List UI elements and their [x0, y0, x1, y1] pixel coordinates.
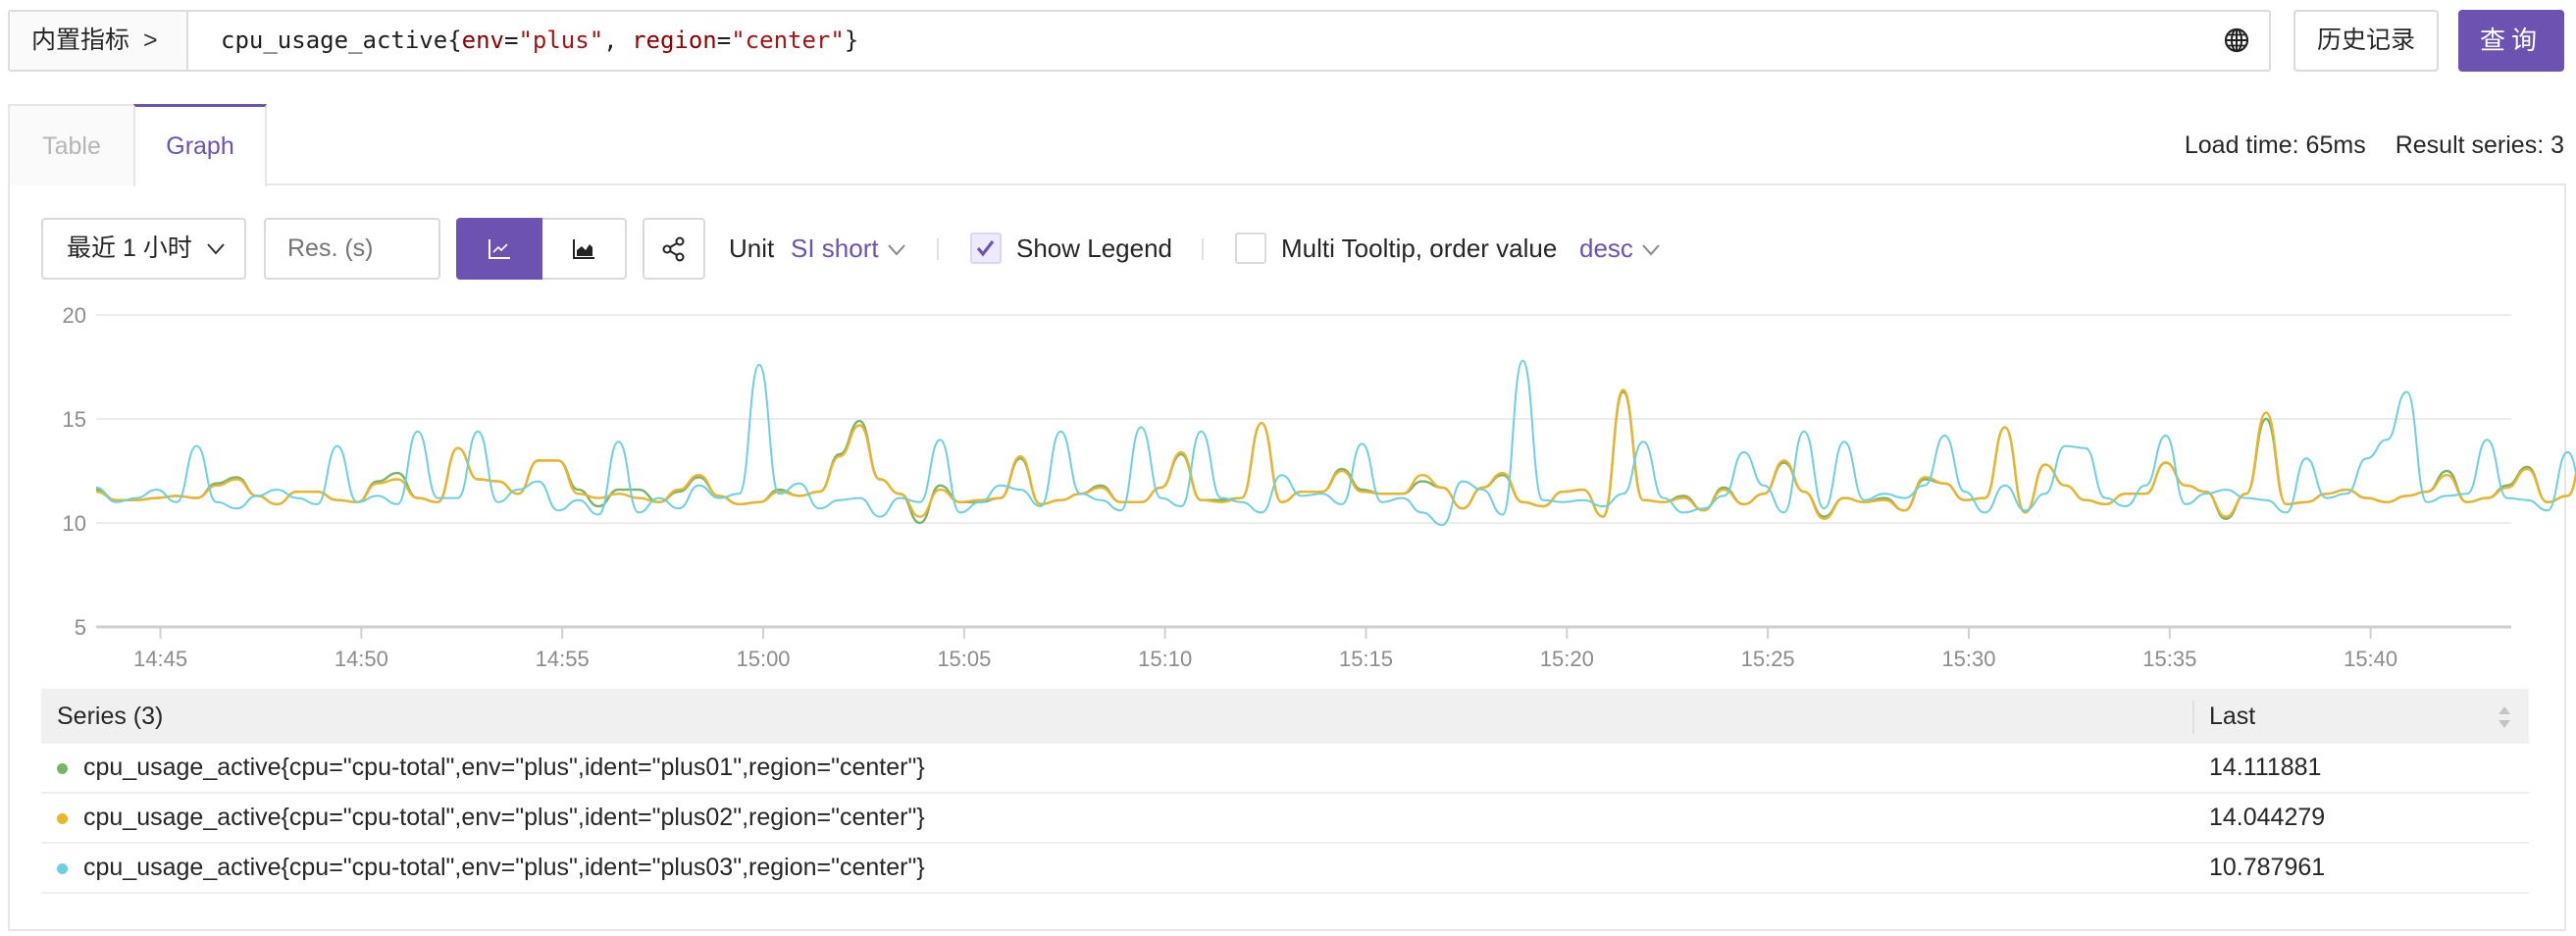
- order-value: desc: [1579, 234, 1633, 263]
- column-divider: [2192, 701, 2194, 734]
- unit-value: SI short: [791, 234, 879, 263]
- tab-table[interactable]: Table: [8, 104, 133, 185]
- globe-icon[interactable]: [2224, 27, 2249, 53]
- series-line-plus02: [95, 389, 2576, 520]
- tab-graph[interactable]: Graph: [133, 104, 267, 186]
- multi-tooltip-label[interactable]: Multi Tooltip, order value: [1281, 218, 1557, 280]
- x-tick-label: 15:20: [1540, 647, 1594, 671]
- series-name: cpu_usage_active{cpu="cpu-total",env="pl…: [83, 854, 925, 881]
- cpu-usage-line-chart[interactable]: 5 10 15 20 14:45 14:50 14:55 15:00 15:05 15:10 15:…: [0, 289, 2576, 682]
- order-value-select[interactable]: desc: [1579, 218, 1661, 280]
- chevron-down-icon: [887, 234, 906, 263]
- chevron-down-icon: [205, 220, 227, 299]
- series-last-value: 10.787961: [2209, 854, 2326, 881]
- x-tick-label: 15:35: [2142, 647, 2196, 671]
- query-token-plain: =: [504, 26, 519, 54]
- result-series-count: Result series: 3: [2395, 131, 2564, 159]
- multi-tooltip-checkbox[interactable]: [1235, 233, 1266, 264]
- series-column-header: Series (3): [57, 702, 164, 730]
- share-button[interactable]: [643, 218, 705, 280]
- series-color-dot: [57, 813, 68, 824]
- history-button[interactable]: 历史记录: [2293, 10, 2439, 72]
- query-token-plain: ,: [603, 26, 633, 54]
- chevron-down-icon: [1641, 234, 1661, 263]
- x-tick-label: 15:00: [736, 647, 790, 671]
- builtin-metrics-label: 内置指标: [31, 26, 130, 54]
- y-tick-label: 20: [63, 303, 86, 328]
- legend-row[interactable]: cpu_usage_active{cpu="cpu-total",env="pl…: [41, 794, 2529, 844]
- unit-select[interactable]: SI short: [791, 218, 906, 280]
- series-color-dot: [57, 763, 68, 774]
- x-tick-label: 15:25: [1741, 647, 1795, 671]
- chevron-right-icon: >: [143, 26, 158, 54]
- time-range-select[interactable]: 最近 1 小时: [41, 218, 246, 280]
- series-name: cpu_usage_active{cpu="cpu-total",env="pl…: [83, 804, 925, 831]
- show-legend-label[interactable]: Show Legend: [1016, 218, 1172, 280]
- series-name: cpu_usage_active{cpu="cpu-total",env="pl…: [83, 754, 925, 781]
- builtin-metrics-button[interactable]: 内置指标 >: [10, 12, 188, 70]
- query-token-plain: =: [716, 26, 732, 54]
- legend-table-header: Series (3) Last: [41, 689, 2529, 744]
- area-chart-icon: [573, 238, 594, 259]
- series-last-value: 14.111881: [2209, 754, 2322, 781]
- y-tick-label: 5: [75, 615, 86, 640]
- x-tick-label: 14:50: [335, 647, 388, 671]
- area-chart-button[interactable]: [542, 218, 627, 280]
- query-token-string: "plus": [518, 26, 604, 54]
- time-range-value: 最近 1 小时: [67, 234, 192, 262]
- line-chart-button[interactable]: [456, 218, 542, 280]
- query-token-plain: }: [844, 26, 859, 54]
- x-tick-label: 15:15: [1339, 647, 1393, 671]
- query-token-plain: cpu_usage_active{: [221, 26, 462, 54]
- query-button[interactable]: 查询: [2458, 10, 2564, 72]
- query-bar: 内置指标 > cpu_usage_active{env="plus", regio…: [8, 10, 2271, 72]
- show-legend-checkbox[interactable]: [970, 233, 1002, 264]
- series-last-value: 14.044279: [2209, 804, 2326, 831]
- toolbar-divider: [1202, 238, 1204, 260]
- x-tick-label: 15:40: [2344, 647, 2397, 671]
- promql-query-input[interactable]: cpu_usage_active{env="plus", region="cen…: [221, 12, 858, 70]
- x-tick-label: 15:30: [1941, 647, 1995, 671]
- resolution-input[interactable]: [264, 218, 440, 280]
- x-tick-label: 14:55: [536, 647, 590, 671]
- series-line-plus03: [95, 359, 2576, 527]
- tabs-divider: [8, 183, 2566, 185]
- line-chart-icon: [489, 238, 510, 259]
- load-time: Load time: 65ms: [2184, 131, 2366, 159]
- query-token-label: region: [632, 26, 717, 54]
- x-tick-label: 14:45: [133, 647, 187, 671]
- last-column-header[interactable]: Last: [2209, 689, 2255, 744]
- toolbar-divider: [937, 238, 939, 260]
- x-tick-label: 15:10: [1138, 647, 1192, 671]
- query-meta: Load time: 65ms Result series: 3: [2155, 126, 2564, 165]
- checkmark-icon: [976, 240, 995, 257]
- unit-label: Unit: [729, 234, 775, 263]
- x-tick-label: 15:05: [937, 647, 991, 671]
- query-token-label: env: [461, 26, 504, 54]
- series-color-dot: [57, 863, 68, 874]
- y-tick-label: 10: [63, 511, 86, 536]
- sort-icon[interactable]: [2498, 704, 2511, 730]
- query-token-string: "center": [731, 26, 845, 54]
- legend-row[interactable]: cpu_usage_active{cpu="cpu-total",env="pl…: [41, 744, 2529, 794]
- share-icon: [662, 236, 685, 261]
- legend-row[interactable]: cpu_usage_active{cpu="cpu-total",env="pl…: [41, 844, 2529, 894]
- y-tick-label: 15: [63, 407, 86, 432]
